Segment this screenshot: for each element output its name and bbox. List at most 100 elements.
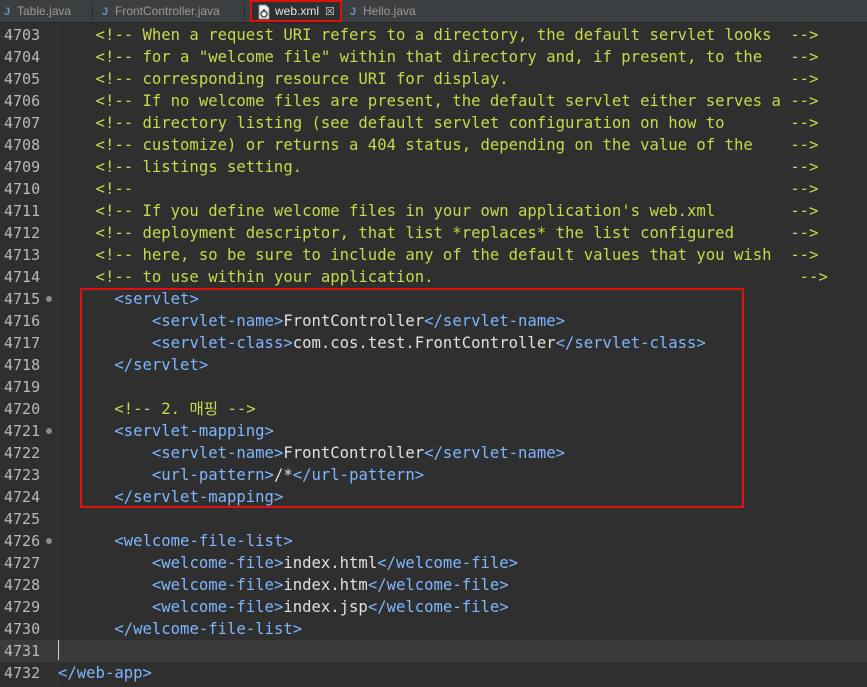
code-text: </servlet-mapping> (58, 486, 283, 508)
code-line[interactable]: 4714 <!-- to use within your application… (0, 266, 867, 288)
tab-table-java[interactable]: J Table.java (4, 0, 71, 22)
code-text: <!-- If you define welcome files in your… (58, 200, 819, 222)
code-text: <!-- If no welcome files are present, th… (58, 90, 819, 112)
code-line[interactable]: 4706 <!-- If no welcome files are presen… (0, 90, 867, 112)
tag-token: <servlet-name> (151, 444, 284, 462)
code-line[interactable]: 4712 <!-- deployment descriptor, that li… (0, 222, 867, 244)
java-file-icon: J (350, 6, 357, 18)
comment-token: <!-- corresponding resource URI for disp… (58, 70, 819, 88)
comment-token: <!-- 2. 매핑 --> (114, 400, 256, 418)
java-file-icon: J (4, 6, 11, 18)
comment-token: <!-- If you define welcome files in your… (58, 202, 819, 220)
line-number: 4703 (4, 26, 41, 44)
code-text: <!-- for a "welcome file" within that di… (58, 46, 819, 68)
code-line[interactable]: 4728 <welcome-file>index.htm</welcome-fi… (0, 574, 867, 596)
code-line[interactable]: 4727 <welcome-file>index.html</welcome-f… (0, 552, 867, 574)
code-line[interactable]: 4719 (0, 376, 867, 398)
code-line[interactable]: 4732 </web-app> (0, 662, 867, 684)
tag-token: </web-app> (58, 664, 152, 682)
code-line[interactable]: 4716 <servlet-name>FrontController</serv… (0, 310, 867, 332)
code-line[interactable]: 4715 <servlet> (0, 288, 867, 310)
code-text: <url-pattern>/*</url-pattern> (58, 464, 424, 486)
code-text: <servlet-class>com.cos.test.FrontControl… (58, 332, 706, 354)
fold-toggle-icon[interactable] (46, 296, 52, 302)
code-line[interactable]: 4710 <!-- --> (0, 178, 867, 200)
line-number: 4722 (4, 444, 41, 462)
tag-token: </welcome-file> (367, 576, 509, 594)
code-text: <servlet> (58, 288, 199, 310)
tag-token: </url-pattern> (292, 466, 425, 484)
line-number: 4727 (4, 554, 41, 572)
tab-label: Hello.java (363, 4, 416, 18)
tab-web-xml[interactable]: web.xml ☒ (250, 0, 342, 22)
code-line[interactable]: 4704 <!-- for a "welcome file" within th… (0, 46, 867, 68)
editor-tab-bar: J Table.java J FrontController.java web.xm… (0, 0, 867, 23)
text-token: index.htm (283, 576, 368, 594)
code-line[interactable]: 4723 <url-pattern>/*</url-pattern> (0, 464, 867, 486)
code-text: </web-app> (58, 662, 152, 684)
code-line[interactable]: 4720 <!-- 2. 매핑 --> (0, 398, 867, 420)
comment-token: <!-- directory listing (see default serv… (58, 114, 819, 132)
line-number: 4713 (4, 246, 41, 264)
tag-token: <welcome-file-list> (114, 532, 293, 550)
code-line[interactable]: 4718 </servlet> (0, 354, 867, 376)
line-number: 4705 (4, 70, 41, 88)
line-number: 4719 (4, 378, 41, 396)
text-token: /* (273, 466, 293, 484)
close-icon[interactable]: ☒ (325, 6, 335, 18)
tag-token: </servlet-name> (424, 312, 565, 330)
code-line[interactable]: 4729 <welcome-file>index.jsp</welcome-fi… (0, 596, 867, 618)
xml-file-icon (258, 4, 270, 20)
code-text: </servlet> (58, 354, 208, 376)
code-line[interactable]: 4721 <servlet-mapping> (0, 420, 867, 442)
comment-token: <!-- --> (58, 180, 819, 198)
line-number: 4725 (4, 510, 41, 528)
line-number: 4724 (4, 488, 41, 506)
tab-frontcontroller-java[interactable]: J FrontController.java (102, 0, 220, 22)
tag-token: <servlet-mapping> (114, 422, 274, 440)
tag-token: </welcome-file> (367, 598, 509, 616)
code-text: <!-- When a request URI refers to a dire… (58, 24, 819, 46)
code-line[interactable]: 4722 <servlet-name>FrontController</serv… (0, 442, 867, 464)
line-number: 4717 (4, 334, 41, 352)
code-line[interactable]: 4707 <!-- directory listing (see default… (0, 112, 867, 134)
text-token: index.html (283, 554, 378, 572)
code-line[interactable]: 4726 <welcome-file-list> (0, 530, 867, 552)
code-line[interactable]: 4709 <!-- listings setting. --> (0, 156, 867, 178)
code-text: </welcome-file-list> (58, 618, 302, 640)
line-number: 4731 (4, 642, 41, 660)
line-number: 4706 (4, 92, 41, 110)
tag-token: <servlet-name> (151, 312, 284, 330)
code-text: <!-- corresponding resource URI for disp… (58, 68, 819, 90)
fold-toggle-icon[interactable] (46, 538, 52, 544)
fold-toggle-icon[interactable] (46, 428, 52, 434)
code-line[interactable]: 4724 </servlet-mapping> (0, 486, 867, 508)
tab-hello-java[interactable]: J Hello.java (350, 0, 416, 22)
code-line[interactable]: 4708 <!-- customize) or returns a 404 st… (0, 134, 867, 156)
tag-token: </servlet-mapping> (114, 488, 284, 506)
code-text: <servlet-name>FrontController</servlet-n… (58, 310, 565, 332)
code-text: <welcome-file>index.htm</welcome-file> (58, 574, 509, 596)
code-text: <!-- directory listing (see default serv… (58, 112, 819, 134)
code-line[interactable]: 4730 </welcome-file-list> (0, 618, 867, 640)
java-file-icon: J (102, 6, 109, 18)
code-line[interactable]: 4713 <!-- here, so be sure to include an… (0, 244, 867, 266)
code-line[interactable]: 4717 <servlet-class>com.cos.test.FrontCo… (0, 332, 867, 354)
code-line[interactable]: 4711 <!-- If you define welcome files in… (0, 200, 867, 222)
tab-divider (244, 3, 245, 19)
code-line[interactable]: 4731 (0, 640, 867, 662)
code-line[interactable]: 4725 (0, 508, 867, 530)
code-line[interactable]: 4705 <!-- corresponding resource URI for… (0, 68, 867, 90)
comment-token: <!-- If no welcome files are present, th… (58, 92, 819, 110)
line-number: 4712 (4, 224, 41, 242)
code-line[interactable]: 4703 <!-- When a request URI refers to a… (0, 24, 867, 46)
line-number: 4707 (4, 114, 41, 132)
code-text: <!-- --> (58, 178, 819, 200)
